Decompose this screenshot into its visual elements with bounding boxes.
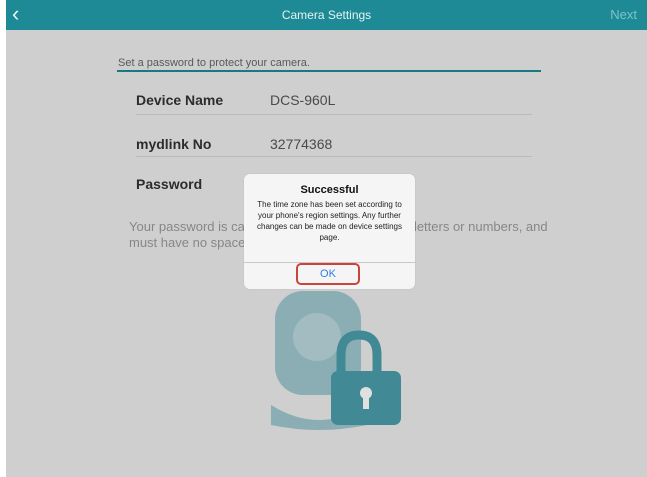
camera-settings-screen: ‹ Camera Settings Next Set a password to… (6, 0, 647, 477)
dialog-message: The time zone has been set according to … (257, 200, 402, 242)
navigation-bar: ‹ Camera Settings Next (6, 0, 647, 30)
dialog-title: Successful (300, 184, 359, 196)
page-title: Camera Settings (281, 8, 372, 22)
next-button[interactable]: Next (610, 7, 637, 22)
success-dialog: Successful The time zone has been set ac… (244, 174, 415, 289)
ok-button[interactable]: OK (296, 263, 360, 285)
